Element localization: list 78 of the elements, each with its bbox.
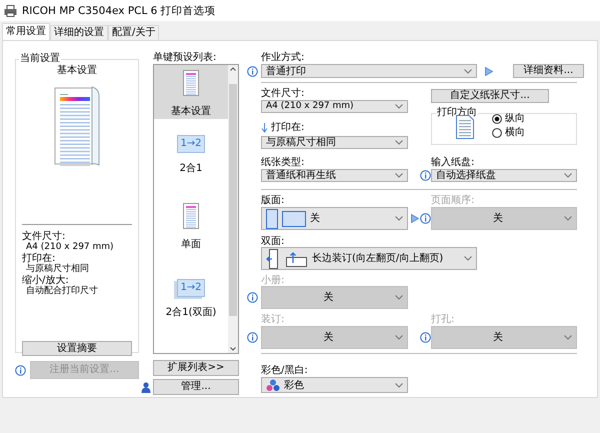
field-label: 文件尺寸: bbox=[261, 89, 306, 99]
scroll-down-icon bbox=[229, 345, 237, 353]
chevron-icon bbox=[564, 216, 572, 221]
radio-option[interactable]: 纵向 bbox=[492, 113, 572, 125]
preset-label: 单面 bbox=[181, 239, 201, 251]
field-label: 彩色/黑白: bbox=[261, 366, 309, 376]
printer-icon bbox=[4, 4, 17, 16]
job-type-dropdown[interactable]: 普通打印 bbox=[261, 64, 477, 78]
user-icon bbox=[141, 382, 151, 392]
input-tray-dropdown[interactable]: 自动选择纸盘 bbox=[431, 169, 577, 182]
arrow-icon bbox=[485, 66, 493, 76]
list-label: 单键预设列表: bbox=[153, 53, 218, 63]
info-icon bbox=[15, 364, 26, 376]
manage-button[interactable]: 管理... bbox=[153, 379, 239, 395]
preset-item[interactable]: 1→2 2合1(双面) bbox=[154, 263, 228, 335]
pages-icon: 1→2 bbox=[177, 279, 205, 297]
down-arrow-icon bbox=[261, 123, 268, 133]
setting-value: A4 (210 x 297 mm) bbox=[25, 242, 115, 252]
color-mode-dropdown[interactable]: 彩色 bbox=[261, 377, 408, 393]
setting-value: 与原稿尺寸相同 bbox=[25, 264, 90, 274]
chevron-icon bbox=[395, 173, 403, 178]
field-label: 版面: bbox=[261, 196, 286, 206]
custom-size-button[interactable]: 自定义纸张尺寸... bbox=[431, 89, 549, 103]
chevron-icon bbox=[395, 382, 403, 388]
group-title: 当前设置 bbox=[19, 53, 61, 64]
radio-option[interactable]: 横向 bbox=[492, 127, 572, 139]
tab[interactable]: 常用设置 bbox=[2, 23, 50, 40]
arrow-icon bbox=[411, 214, 419, 223]
duplex-dropdown[interactable]: 长边装订(向左翻页/向上翻页) bbox=[261, 247, 477, 270]
field-label: 小册: bbox=[261, 276, 286, 286]
details-button[interactable]: 详细资料... bbox=[513, 64, 584, 78]
chevron-icon bbox=[464, 68, 472, 74]
chevron-icon bbox=[395, 104, 403, 109]
layout-dropdown[interactable]: 关 bbox=[261, 207, 408, 230]
print-on-dropdown[interactable]: 与原稿尺寸相同 bbox=[261, 136, 408, 149]
window-title: RICOH MP C3504ex PCL 6 打印首选项 bbox=[22, 4, 216, 16]
chevron-icon bbox=[395, 140, 403, 145]
preset-label: 2合1(双面) bbox=[166, 307, 216, 319]
field-label: 纸张类型: bbox=[261, 158, 306, 168]
tab[interactable]: 详细的设置 bbox=[50, 25, 108, 40]
chevron-icon bbox=[564, 335, 572, 340]
chevron-icon bbox=[564, 173, 572, 178]
tab[interactable]: 配置/关于 bbox=[108, 25, 160, 40]
setting-label: 文件尺寸: bbox=[22, 231, 66, 242]
preset-item[interactable]: 1→2 2合1 bbox=[154, 119, 228, 191]
paper-type-dropdown[interactable]: 普通纸和再生纸 bbox=[261, 169, 408, 182]
chevron-icon bbox=[395, 216, 403, 221]
field-label: 双面: bbox=[261, 237, 286, 247]
page-icon bbox=[183, 70, 199, 96]
page-icon bbox=[183, 203, 199, 229]
summary-button[interactable]: 设置摘要 bbox=[22, 341, 132, 356]
field-label: 打印在: bbox=[271, 123, 304, 133]
portrait-layout-icon bbox=[266, 208, 278, 228]
chevron-icon bbox=[395, 335, 403, 340]
preset-item[interactable]: 单面 bbox=[154, 191, 228, 263]
field-label: 装订: bbox=[261, 315, 286, 325]
chevron-icon bbox=[464, 256, 472, 261]
preset-label: 2合1 bbox=[180, 163, 202, 175]
field-label: 作业方式: bbox=[261, 53, 306, 63]
preset-name: 基本设置 bbox=[56, 65, 98, 77]
landscape-layout-icon bbox=[282, 210, 306, 226]
expand-button[interactable]: 扩展列表>> bbox=[153, 360, 239, 376]
color-balls-icon bbox=[266, 378, 280, 392]
preset-label: 基本设置 bbox=[171, 106, 211, 118]
pages-icon: 1→2 bbox=[177, 135, 205, 153]
setting-label: 缩小/放大: bbox=[22, 275, 69, 286]
field-label: 页面顺序: bbox=[431, 196, 476, 206]
paper-size-dropdown[interactable]: A4 (210 x 297 mm) bbox=[261, 100, 408, 113]
scrollbar[interactable] bbox=[228, 65, 238, 353]
preset-item[interactable]: 基本设置 bbox=[154, 65, 228, 119]
portrait-page-icon bbox=[456, 115, 474, 139]
field-label: 打孔: bbox=[431, 315, 456, 325]
scroll-up-icon bbox=[229, 65, 237, 73]
flip-left-icon bbox=[266, 248, 278, 268]
chevron-icon bbox=[395, 295, 403, 300]
setting-label: 打印在: bbox=[22, 253, 56, 264]
setting-value: 自动配合打印尺寸 bbox=[25, 286, 99, 297]
field-label: 输入纸盘: bbox=[431, 158, 476, 168]
